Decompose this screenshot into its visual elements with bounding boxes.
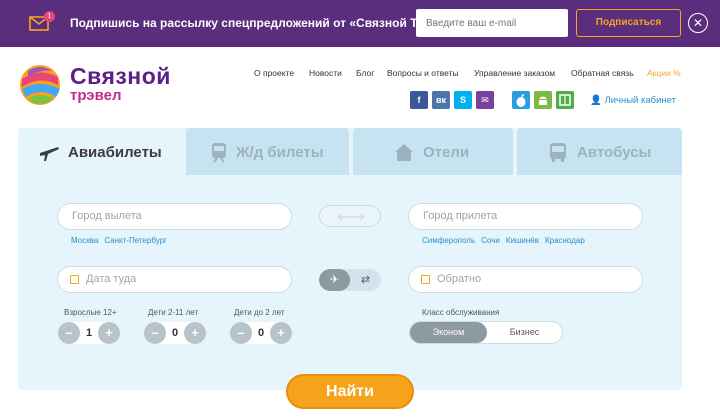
depart-date-placeholder: Дата туда (86, 273, 137, 285)
notification-badge: 1 (44, 11, 55, 22)
tab-hotels[interactable]: Отели (353, 128, 513, 175)
infants-label: Дети до 2 лет (234, 308, 285, 317)
depart-date-input[interactable]: Дата туда (57, 266, 292, 293)
nav-item-faq[interactable]: Вопросы и ответы (387, 68, 459, 78)
adults-count: 1 (85, 327, 93, 339)
quick-city-link[interactable]: Санкт-Петербург (104, 236, 167, 245)
vk-icon[interactable]: вк (432, 91, 450, 109)
tab-buses[interactable]: Автобусы (517, 128, 682, 175)
infants-stepper: – 0 + (230, 322, 292, 344)
account-label: Личный кабинет (604, 95, 676, 106)
quick-city-link[interactable]: Краснодар (545, 236, 585, 245)
tab-trains-label: Ж/д билеты (236, 144, 324, 161)
skype-icon[interactable]: S (454, 91, 472, 109)
plus-button[interactable]: + (184, 322, 206, 344)
plane-icon (40, 147, 59, 161)
quick-city-link[interactable]: Кишинёв (506, 236, 539, 245)
email-icon[interactable]: ✉ (476, 91, 494, 109)
tab-trains[interactable]: Ж/д билеты (186, 128, 349, 175)
return-date-placeholder: Обратно (437, 273, 482, 285)
promo-bar: 1 Подпишись на рассылку спецпредложений … (0, 0, 720, 47)
tab-flights-label: Авиабилеты (68, 144, 162, 161)
children-count: 0 (171, 327, 179, 339)
calendar-icon (70, 275, 79, 284)
nav-item-orders[interactable]: Управление заказом (474, 68, 555, 78)
business-option[interactable]: Бизнес (487, 322, 562, 343)
calendar-icon (421, 275, 430, 284)
nav-item-blog[interactable]: Блог (356, 68, 374, 78)
children-label: Дети 2-11 лет (148, 308, 199, 317)
user-icon: 👤 (590, 95, 602, 106)
quick-city-link[interactable]: Симферополь (422, 236, 475, 245)
nav-item-news[interactable]: Новости (309, 68, 342, 78)
arrival-city-input[interactable]: Город прилета (408, 203, 643, 230)
arrival-quick-cities: Симферополь Сочи Кишинёв Краснодар (422, 236, 591, 245)
bus-icon (550, 143, 566, 162)
round-trip-icon[interactable]: ⇄ (350, 269, 381, 291)
swap-cities-button[interactable] (319, 205, 381, 227)
plus-button[interactable]: + (98, 322, 120, 344)
android-icon[interactable] (534, 91, 552, 109)
nav-item-about[interactable]: О проекте (254, 68, 294, 78)
minus-button[interactable]: – (230, 322, 252, 344)
logo-subtitle[interactable]: трэвел (70, 87, 122, 104)
minus-button[interactable]: – (58, 322, 80, 344)
departure-city-input[interactable]: Город вылета (57, 203, 292, 230)
plus-button[interactable]: + (270, 322, 292, 344)
service-class-toggle: Эконом Бизнес (409, 321, 563, 344)
minus-button[interactable]: – (144, 322, 166, 344)
logo-globe-icon[interactable] (18, 63, 62, 107)
nav-item-feedback[interactable]: Обратная связь (571, 68, 634, 78)
close-icon[interactable]: ✕ (688, 13, 708, 33)
infants-count: 0 (257, 327, 265, 339)
economy-option[interactable]: Эконом (410, 322, 487, 343)
facebook-icon[interactable]: f (410, 91, 428, 109)
account-link[interactable]: 👤 Личный кабинет (590, 95, 676, 106)
adults-label: Взрослые 12+ (64, 308, 117, 317)
promo-text: Подпишись на рассылку спецпредложений от… (70, 16, 460, 30)
tab-hotels-label: Отели (423, 144, 470, 161)
return-date-input[interactable]: Обратно (408, 266, 643, 293)
logo-title[interactable]: Связной (70, 63, 171, 90)
apple-icon[interactable] (512, 91, 530, 109)
departure-quick-cities: Москва Санкт-Петербург (71, 236, 173, 245)
children-stepper: – 0 + (144, 322, 206, 344)
trip-type-toggle[interactable]: ✈ ⇄ (319, 269, 381, 291)
quick-city-link[interactable]: Сочи (481, 236, 500, 245)
subscribe-button[interactable]: Подписаться (576, 9, 681, 37)
search-button[interactable]: Найти (286, 374, 414, 409)
quick-city-link[interactable]: Москва (71, 236, 98, 245)
tab-flights[interactable]: Авиабилеты (18, 128, 182, 175)
house-icon (395, 144, 413, 161)
train-icon (212, 143, 226, 163)
nav-item-deals[interactable]: Акции % (647, 68, 681, 78)
windows-icon[interactable] (556, 91, 574, 109)
service-class-label: Класс обслуживания (422, 308, 500, 317)
tab-buses-label: Автобусы (577, 144, 652, 161)
one-way-plane-icon[interactable]: ✈ (319, 269, 350, 291)
swap-arrows-icon (337, 213, 365, 221)
adults-stepper: – 1 + (58, 322, 120, 344)
email-input[interactable] (416, 9, 568, 37)
